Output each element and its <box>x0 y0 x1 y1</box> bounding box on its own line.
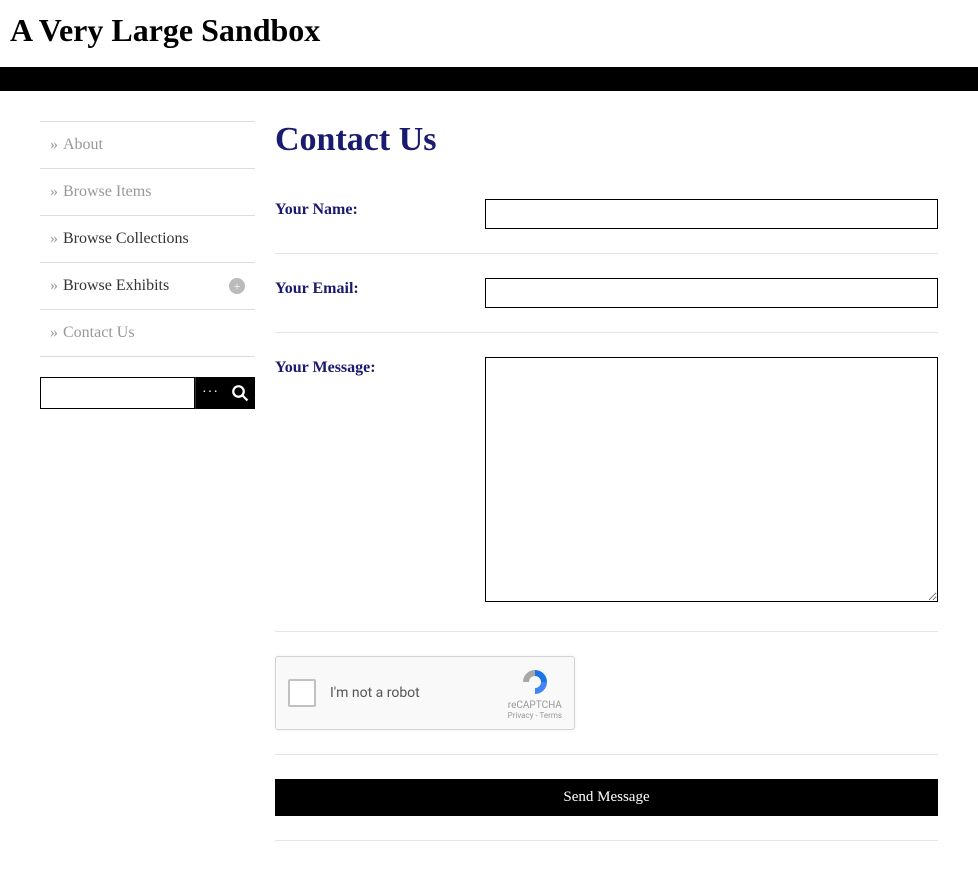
caret-icon: » <box>50 277 58 294</box>
message-field[interactable] <box>485 357 938 602</box>
form-row-name: Your Name: <box>275 199 938 254</box>
recaptcha-widget: I'm not a robot reCAPTCHA Privacy - Term… <box>275 656 575 730</box>
email-field[interactable] <box>485 278 938 308</box>
sidebar-item-browse-collections[interactable]: » Browse Collections <box>40 216 255 263</box>
send-message-button[interactable]: Send Message <box>275 779 938 816</box>
message-label: Your Message: <box>275 357 485 607</box>
navbar-strip <box>0 67 978 91</box>
search-options-button[interactable]: ··· <box>195 377 225 409</box>
sidebar-item-contact-us[interactable]: » Contact Us <box>40 310 255 357</box>
captcha-row: I'm not a robot reCAPTCHA Privacy - Term… <box>275 656 938 755</box>
sidebar-item-browse-items[interactable]: » Browse Items <box>40 169 255 216</box>
form-row-email: Your Email: <box>275 278 938 333</box>
sidebar-item-label: Browse Exhibits <box>63 277 169 294</box>
main-content: Contact Us Your Name: Your Email: Your M… <box>275 121 938 865</box>
page-title: Contact Us <box>275 121 938 159</box>
recaptcha-logo-icon <box>519 666 551 698</box>
sidebar: » About » Browse Items » Browse Collections… <box>40 121 255 865</box>
sidebar-item-browse-exhibits[interactable]: » Browse Exhibits + <box>40 263 255 310</box>
site-title[interactable]: A Very Large Sandbox <box>10 12 968 49</box>
recaptcha-brand: reCAPTCHA Privacy - Terms <box>508 666 562 720</box>
search-icon <box>231 384 249 402</box>
search-input[interactable] <box>40 377 195 409</box>
sidebar-item-label: Contact Us <box>63 324 135 341</box>
email-label: Your Email: <box>275 278 485 308</box>
sidebar-item-about[interactable]: » About <box>40 122 255 169</box>
recaptcha-links[interactable]: Privacy - Terms <box>508 711 562 720</box>
form-row-message: Your Message: <box>275 357 938 632</box>
sidebar-item-label: Browse Collections <box>63 230 189 247</box>
nav-list: » About » Browse Items » Browse Collections… <box>40 121 255 357</box>
main-container: » About » Browse Items » Browse Collections… <box>0 91 978 895</box>
caret-icon: » <box>50 230 58 247</box>
name-field[interactable] <box>485 199 938 229</box>
recaptcha-name: reCAPTCHA <box>508 700 562 711</box>
submit-row: Send Message <box>275 779 938 841</box>
sidebar-item-label: Browse Items <box>63 183 151 200</box>
header: A Very Large Sandbox <box>0 0 978 67</box>
caret-icon: » <box>50 136 58 153</box>
plus-circle-icon[interactable]: + <box>229 278 245 294</box>
recaptcha-label: I'm not a robot <box>330 685 508 701</box>
search-button[interactable] <box>225 377 255 409</box>
name-label: Your Name: <box>275 199 485 229</box>
sidebar-item-label: About <box>63 136 103 153</box>
recaptcha-checkbox[interactable] <box>288 679 316 707</box>
search-box: ··· <box>40 377 255 409</box>
caret-icon: » <box>50 183 58 200</box>
caret-icon: » <box>50 324 58 341</box>
